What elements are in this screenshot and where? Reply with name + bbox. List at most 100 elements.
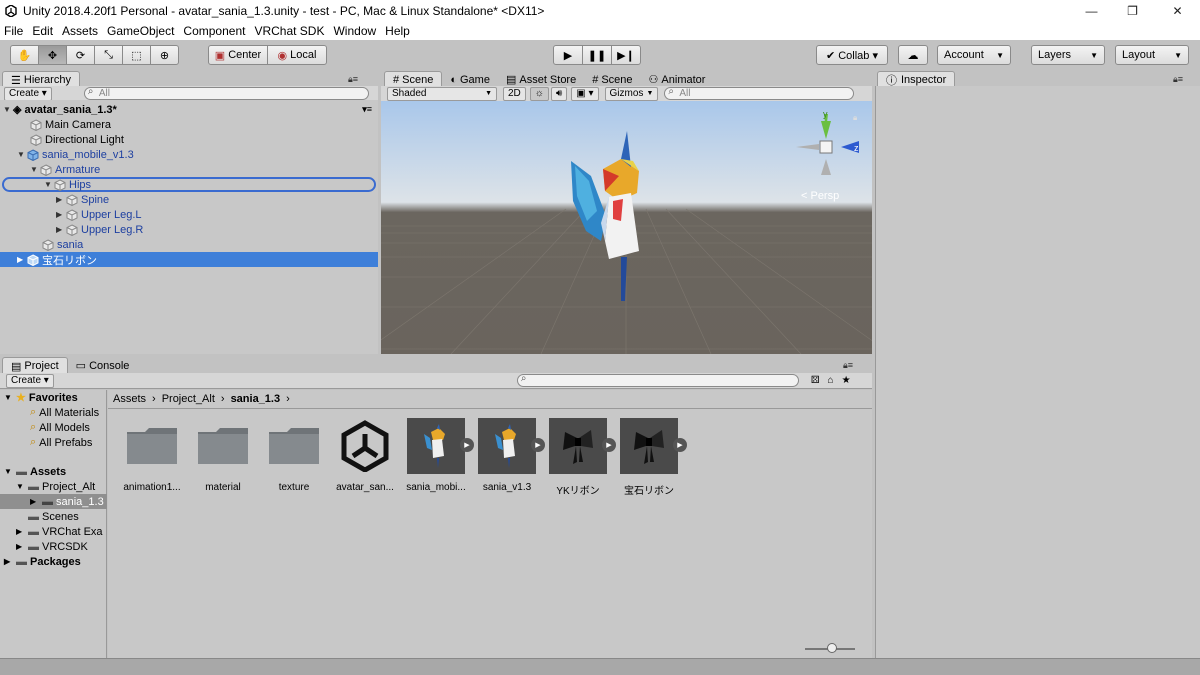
layers-dropdown[interactable]: Layers ▼ bbox=[1031, 45, 1105, 65]
collab-button[interactable]: ✔ Collab ▾ bbox=[816, 45, 888, 65]
hierarchy-item[interactable]: Main Camera bbox=[0, 117, 378, 132]
hand-tool-icon[interactable]: ✋ bbox=[10, 45, 39, 65]
hierarchy-item[interactable]: ▼ sania_mobile_v1.3 bbox=[0, 147, 378, 162]
favorite-item[interactable]: ⌕ All Models bbox=[30, 420, 90, 435]
mode-2d-toggle[interactable]: 2D bbox=[503, 86, 526, 101]
pivot-center-button[interactable]: ▣ Center bbox=[208, 45, 268, 65]
expand-arrow-icon[interactable]: ▼ bbox=[30, 165, 40, 174]
gizmos-dropdown[interactable]: Gizmos ▼ bbox=[604, 86, 659, 101]
tree-folder[interactable]: ▶ ▬ VRChat Exa bbox=[16, 524, 103, 539]
menu-help[interactable]: Help bbox=[385, 24, 410, 38]
expand-play-icon[interactable]: ▶ bbox=[602, 438, 616, 452]
assets-root-row[interactable]: ▼ ▬ Assets bbox=[4, 464, 66, 479]
expand-arrow-icon[interactable]: ▼ bbox=[4, 393, 16, 402]
tree-folder-selected[interactable]: ▶ ▬ sania_1.3 bbox=[0, 494, 107, 509]
expand-arrow-icon[interactable]: ▶ bbox=[16, 527, 28, 536]
breadcrumb-item[interactable]: sania_1.3 bbox=[231, 393, 281, 405]
slider-thumb[interactable] bbox=[827, 643, 837, 653]
menu-component[interactable]: Component bbox=[183, 24, 245, 38]
hierarchy-search-input[interactable]: All bbox=[83, 86, 369, 100]
pause-button[interactable]: ❚❚ bbox=[582, 45, 612, 65]
expand-arrow-icon[interactable]: ▼ bbox=[17, 150, 27, 159]
menu-gameobject[interactable]: GameObject bbox=[107, 24, 174, 38]
account-dropdown[interactable]: Account ▼ bbox=[937, 45, 1011, 65]
effects-dropdown[interactable]: ▣ ▾ bbox=[571, 86, 599, 101]
filter-type-icon[interactable]: ⚄ bbox=[811, 375, 820, 386]
expand-arrow-icon[interactable]: ▶ bbox=[30, 497, 42, 506]
asset-model[interactable]: sania_mobi... ▶ bbox=[404, 418, 474, 493]
expand-arrow-icon[interactable]: ▼ bbox=[4, 467, 16, 476]
breadcrumb-item[interactable]: Project_Alt bbox=[162, 393, 215, 405]
tab-console[interactable]: ▭ Console bbox=[68, 357, 138, 374]
star-icon[interactable]: ★ bbox=[842, 375, 851, 386]
expand-arrow-icon[interactable]: ▼ bbox=[3, 105, 13, 114]
asset-model[interactable]: YKリボン ▶ bbox=[546, 418, 616, 497]
favorite-item[interactable]: ⌕ All Materials bbox=[30, 405, 99, 420]
hierarchy-item-hips[interactable]: ▼ Hips bbox=[2, 177, 376, 192]
persp-label[interactable]: < Persp bbox=[801, 190, 839, 202]
project-search-input[interactable] bbox=[516, 373, 799, 387]
favorites-row[interactable]: ▼ ★ Favorites bbox=[4, 390, 78, 405]
thumbnail-size-slider[interactable] bbox=[805, 643, 855, 653]
hierarchy-item-selected[interactable]: ▶ 宝石リボン bbox=[0, 252, 378, 267]
orientation-gizmo[interactable] bbox=[791, 109, 861, 189]
scene-menu-icon[interactable]: ▾≡ bbox=[362, 104, 372, 115]
close-button[interactable]: ✕ bbox=[1155, 0, 1200, 22]
lock-icon[interactable]: 🔒︎ bbox=[853, 113, 857, 123]
menu-edit[interactable]: Edit bbox=[32, 24, 53, 38]
asset-model[interactable]: 宝石リボン ▶ bbox=[617, 418, 687, 497]
asset-folder[interactable]: material bbox=[191, 418, 255, 493]
scale-tool-icon[interactable]: ⤡ bbox=[94, 45, 123, 65]
expand-arrow-icon[interactable]: ▶ bbox=[16, 542, 28, 551]
asset-folder[interactable]: animation1... bbox=[120, 418, 184, 493]
expand-play-icon[interactable]: ▶ bbox=[531, 438, 545, 452]
rect-tool-icon[interactable]: ⬚ bbox=[122, 45, 151, 65]
restore-button[interactable]: ❐ bbox=[1110, 0, 1155, 22]
scene-viewport[interactable]: y z 🔒︎ < Persp bbox=[381, 101, 872, 354]
hierarchy-item[interactable]: ▼ Armature bbox=[0, 162, 378, 177]
transform-tool-icon[interactable]: ⊕ bbox=[150, 45, 179, 65]
expand-arrow-icon[interactable]: ▶ bbox=[4, 557, 16, 566]
layout-dropdown[interactable]: Layout ▼ bbox=[1115, 45, 1189, 65]
cloud-button[interactable]: ☁ bbox=[898, 45, 928, 65]
hierarchy-item[interactable]: ▶ Spine bbox=[0, 192, 378, 207]
favorite-item[interactable]: ⌕ All Prefabs bbox=[30, 435, 92, 450]
asset-scene[interactable]: avatar_san... bbox=[333, 418, 397, 493]
hierarchy-create-button[interactable]: Create ▾ bbox=[4, 86, 52, 101]
expand-arrow-icon[interactable]: ▼ bbox=[44, 180, 54, 189]
expand-arrow-icon[interactable]: ▶ bbox=[56, 195, 66, 204]
asset-model[interactable]: sania_v1.3 ▶ bbox=[475, 418, 545, 493]
move-tool-icon[interactable]: ✥ bbox=[38, 45, 67, 65]
lock-icon[interactable]: 🔒︎≡ bbox=[1173, 74, 1183, 85]
project-create-button[interactable]: Create ▾ bbox=[6, 373, 54, 388]
scene-search-input[interactable]: All bbox=[664, 86, 855, 100]
shading-mode-dropdown[interactable]: Shaded ▼ bbox=[387, 86, 497, 101]
tree-folder[interactable]: ▶ ▬ VRCSDK bbox=[16, 539, 88, 554]
pivot-local-button[interactable]: ◉ Local bbox=[267, 45, 327, 65]
expand-arrow-icon[interactable]: ▼ bbox=[16, 482, 28, 491]
expand-play-icon[interactable]: ▶ bbox=[460, 438, 474, 452]
audio-toggle[interactable]: 🔊︎ bbox=[550, 86, 568, 101]
lock-icon[interactable]: 🔒︎≡ bbox=[843, 360, 853, 371]
minimize-button[interactable]: — bbox=[1069, 0, 1114, 22]
expand-arrow-icon[interactable]: ▶ bbox=[17, 255, 27, 264]
rotate-tool-icon[interactable]: ⟳ bbox=[66, 45, 95, 65]
packages-row[interactable]: ▶ ▬ Packages bbox=[4, 554, 81, 569]
filter-label-icon[interactable]: ⌂ bbox=[828, 375, 834, 386]
scene-root-row[interactable]: ▼ ◈ avatar_sania_1.3* ▾≡ bbox=[0, 102, 378, 117]
menu-file[interactable]: File bbox=[4, 24, 23, 38]
menu-window[interactable]: Window bbox=[333, 24, 376, 38]
play-button[interactable]: ▶ bbox=[553, 45, 583, 65]
hierarchy-item[interactable]: sania bbox=[0, 237, 378, 252]
menu-vrchat-sdk[interactable]: VRChat SDK bbox=[254, 24, 324, 38]
asset-folder[interactable]: texture bbox=[262, 418, 326, 493]
expand-arrow-icon[interactable]: ▶ bbox=[56, 225, 66, 234]
tab-project[interactable]: ▤ Project bbox=[2, 357, 68, 374]
lock-icon[interactable]: 🔒︎≡ bbox=[348, 74, 358, 85]
tree-folder[interactable]: ▬ Scenes bbox=[28, 509, 79, 524]
step-button[interactable]: ▶❙ bbox=[611, 45, 641, 65]
hierarchy-item[interactable]: ▶ Upper Leg.R bbox=[0, 222, 378, 237]
menu-assets[interactable]: Assets bbox=[62, 24, 98, 38]
expand-arrow-icon[interactable]: ▶ bbox=[56, 210, 66, 219]
hierarchy-item[interactable]: ▶ Upper Leg.L bbox=[0, 207, 378, 222]
